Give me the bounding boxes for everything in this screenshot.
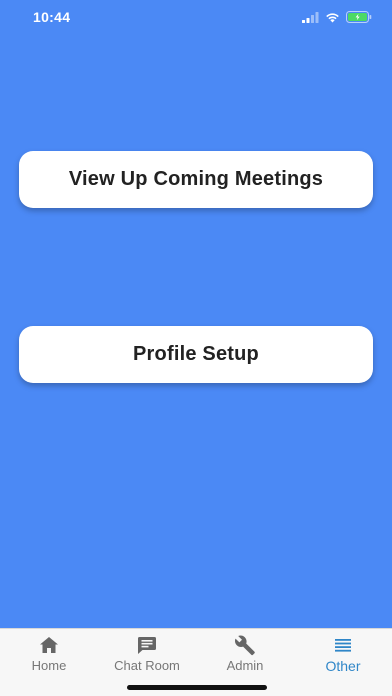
status-bar: 10:44	[0, 0, 392, 36]
chat-icon	[137, 635, 157, 655]
tab-chat-room[interactable]: Chat Room	[98, 635, 196, 675]
battery-icon	[346, 10, 372, 28]
menu-icon	[334, 635, 352, 655]
tab-chat-room-label: Chat Room	[114, 658, 180, 673]
profile-setup-button[interactable]: Profile Setup	[19, 326, 373, 383]
view-upcoming-meetings-button[interactable]: View Up Coming Meetings	[19, 151, 373, 208]
tab-other-label: Other	[325, 658, 361, 674]
status-icons	[302, 10, 372, 28]
home-icon	[39, 635, 59, 655]
wifi-icon	[325, 10, 340, 28]
tab-admin[interactable]: Admin	[196, 634, 294, 675]
tab-home-label: Home	[31, 658, 67, 673]
tab-other[interactable]: Other	[294, 635, 392, 675]
home-indicator	[127, 685, 267, 690]
tab-home[interactable]: Home	[0, 635, 98, 675]
tab-admin-label: Admin	[226, 658, 264, 673]
wrench-icon	[234, 634, 256, 655]
cellular-signal-icon	[302, 10, 319, 28]
status-time: 10:44	[33, 9, 71, 25]
